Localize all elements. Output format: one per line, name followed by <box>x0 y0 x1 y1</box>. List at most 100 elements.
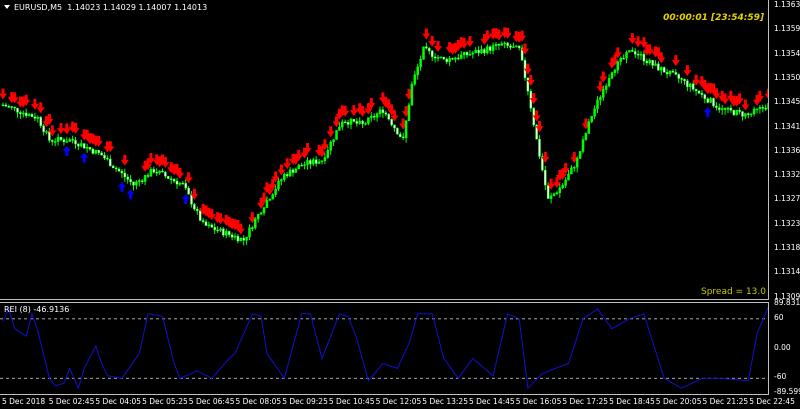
candle-body <box>399 133 402 138</box>
price-tick-label: 1.13140 <box>774 267 800 277</box>
candle-body <box>468 53 472 56</box>
candle-body <box>230 234 234 238</box>
candle-body <box>483 49 486 54</box>
candle-body <box>480 49 483 54</box>
candle-body <box>114 167 118 170</box>
buy-arrow-icon <box>117 181 126 192</box>
candle-body <box>445 58 448 63</box>
candle-body <box>27 114 31 116</box>
candle-body <box>370 116 373 118</box>
candle-body <box>213 227 216 231</box>
candle-body <box>686 80 689 87</box>
chart-header: EURUSD,M5 1.14023 1.14029 1.14007 1.1401… <box>4 3 207 12</box>
price-tick-label: 1.13365 <box>774 145 800 155</box>
candle-body <box>175 180 179 185</box>
candle-body <box>631 50 634 52</box>
candle-body <box>668 70 672 75</box>
rei-indicator-pane[interactable]: REI (8) -46.9136 <box>0 302 769 395</box>
candle-body <box>239 237 243 242</box>
candle-body <box>689 83 692 87</box>
candle-body <box>410 83 414 106</box>
candle-body <box>236 235 240 242</box>
sell-arrow-icon <box>634 36 643 48</box>
candle-body <box>570 167 573 175</box>
buy-arrow-icon <box>80 152 89 163</box>
candle-body <box>616 61 620 71</box>
candle-body <box>387 114 390 120</box>
candle-body <box>77 143 80 147</box>
price-chart-pane[interactable]: EURUSD,M5 1.14023 1.14029 1.14007 1.1401… <box>0 0 769 300</box>
candle-body <box>309 160 312 165</box>
candle-body <box>697 90 701 94</box>
candle-body <box>326 149 330 158</box>
time-tick-label: 5 Dec 09:25 <box>282 397 328 406</box>
candle-body <box>677 74 680 79</box>
candle-body <box>85 147 89 149</box>
bar-timer: 00:00:01 [23:54:59] <box>663 13 764 23</box>
sell-arrow-icon <box>764 88 768 99</box>
candle-body <box>747 113 750 115</box>
candle-body <box>578 151 582 159</box>
candle-body <box>297 164 301 170</box>
candle-body <box>451 58 454 60</box>
candle-body <box>628 50 631 53</box>
candle-body <box>346 122 350 125</box>
candle-body <box>196 208 199 211</box>
candle-body <box>300 164 303 167</box>
candle-body <box>149 169 153 177</box>
candle-body <box>74 140 77 145</box>
candle-body <box>552 193 556 197</box>
candle-body <box>433 56 437 59</box>
candle-body <box>749 113 753 116</box>
time-tick-label: 5 Dec 05:25 <box>142 397 188 406</box>
price-tick-label: 1.13545 <box>774 48 800 58</box>
price-chart-canvas <box>0 27 768 246</box>
candle-body <box>718 107 721 110</box>
sell-arrow-icon <box>599 71 608 83</box>
candle-body <box>723 108 727 110</box>
candle-body <box>53 141 57 143</box>
buy-arrow-icon <box>703 107 712 118</box>
sell-arrow-icon <box>349 105 358 117</box>
price-tick-label: 1.13275 <box>774 194 800 204</box>
candle-body <box>352 118 356 122</box>
candle-body <box>761 107 765 109</box>
candle-body <box>390 119 393 126</box>
candle-body <box>671 70 675 73</box>
candle-body <box>599 97 602 101</box>
candle-body <box>558 187 562 193</box>
candle-body <box>306 160 309 165</box>
candle-body <box>622 57 625 60</box>
price-tick-label: 1.13590 <box>774 24 800 34</box>
candle-body <box>488 46 492 51</box>
price-tick-label: 1.13410 <box>774 121 800 131</box>
candle-body <box>648 60 651 64</box>
candle-body <box>619 57 622 62</box>
candle-body <box>549 195 553 199</box>
candle-body <box>291 169 295 173</box>
candle-body <box>546 184 550 199</box>
candle-body <box>413 74 417 85</box>
candle-body <box>140 180 144 182</box>
candle-body <box>604 85 608 90</box>
candle-body <box>657 63 660 71</box>
symbol-label: EURUSD,M5 <box>14 3 63 12</box>
candle-body <box>312 159 315 165</box>
candle-body <box>590 115 593 122</box>
time-tick-label: 5 Dec 10:45 <box>328 397 375 406</box>
price-tick-label: 1.13320 <box>774 170 800 180</box>
candle-body <box>30 114 34 117</box>
candle-body <box>82 143 86 149</box>
candle-body <box>442 56 446 60</box>
candle-body <box>187 187 190 195</box>
dropdown-triangle-icon[interactable] <box>4 5 10 9</box>
candle-body <box>581 139 585 152</box>
price-tick-label: 1.13185 <box>774 243 800 252</box>
candle-body <box>477 49 480 54</box>
candle-body <box>39 116 42 127</box>
candle-body <box>680 78 683 80</box>
buy-arrow-icon <box>126 189 135 200</box>
price-tick-label: 1.13455 <box>774 97 800 107</box>
candle-body <box>712 98 715 107</box>
sell-arrow-icon <box>683 65 692 77</box>
